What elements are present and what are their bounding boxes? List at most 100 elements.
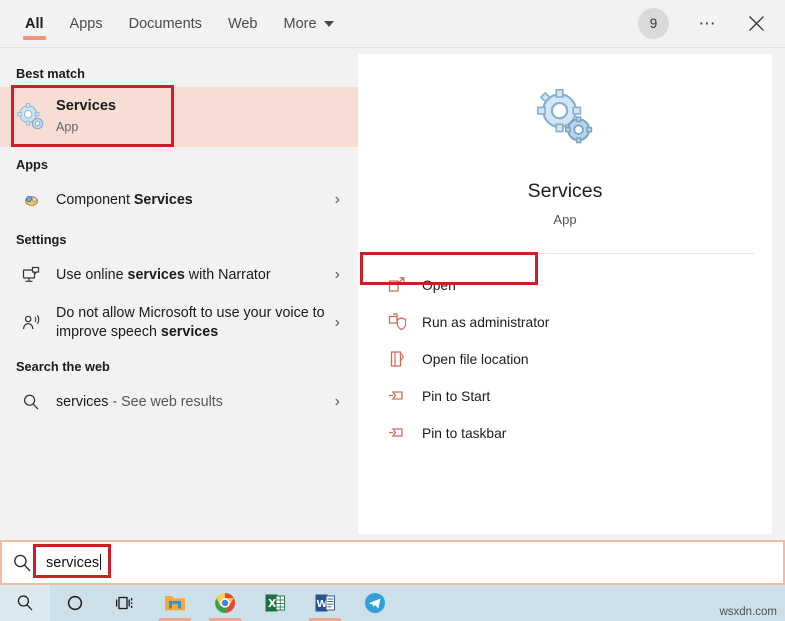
shield-run-icon	[384, 313, 410, 331]
app-kind: App	[553, 212, 577, 227]
header-actions: 9 ⋯	[638, 0, 785, 48]
best-match-name: Services	[56, 98, 117, 114]
speech-person-icon	[16, 314, 46, 333]
result-label: Use online services with Narrator	[56, 266, 335, 285]
action-pin-to-taskbar[interactable]: Pin to taskbar	[358, 417, 772, 449]
excel-icon: X	[265, 594, 285, 612]
telegram-icon	[365, 593, 385, 613]
section-title-search-the-web: Search the web	[16, 359, 110, 374]
taskbar: X W wsxdn.com	[0, 585, 785, 621]
tab-all-label: All	[25, 15, 44, 32]
gears-icon	[16, 102, 46, 132]
action-open[interactable]: Open	[358, 269, 772, 301]
app-actions: Open Run as administrator Open file loca…	[358, 254, 772, 449]
result-label-bold: Services	[133, 191, 193, 208]
filter-tab-bar: All Apps Documents Web More 9 ⋯	[0, 0, 785, 48]
result-best-match-services[interactable]: Services App	[0, 87, 358, 147]
section-title-settings: Settings	[16, 232, 67, 247]
narrator-monitor-icon	[16, 266, 46, 285]
tab-more[interactable]: More	[271, 0, 347, 48]
taskbar-file-explorer-button[interactable]	[150, 585, 200, 621]
chevron-down-icon	[323, 20, 334, 27]
tab-web[interactable]: Web	[215, 0, 271, 48]
chevron-right-icon[interactable]: ›	[335, 191, 348, 209]
action-run-as-administrator[interactable]: Run as administrator	[358, 306, 772, 338]
result-label-bold: services	[127, 266, 185, 283]
result-label-prefix: services	[56, 393, 109, 410]
chrome-icon	[215, 592, 236, 614]
result-web-services[interactable]: services - See web results ›	[0, 380, 358, 424]
pin-icon	[384, 387, 410, 405]
taskbar-search-button[interactable]	[0, 585, 50, 621]
search-input[interactable]: services	[46, 555, 99, 571]
close-button[interactable]	[733, 1, 779, 47]
action-open-file-location[interactable]: Open file location	[358, 343, 772, 375]
filter-tabs: All Apps Documents Web More	[0, 0, 347, 48]
search-icon	[16, 393, 46, 411]
tab-web-label: Web	[227, 15, 258, 32]
best-match-text: Services App	[56, 97, 348, 137]
chevron-right-icon[interactable]: ›	[335, 314, 348, 332]
search-icon	[17, 595, 33, 611]
flyout-body: Best match Services App Apps Component S…	[0, 48, 785, 540]
gears-icon	[536, 88, 593, 144]
action-label: Pin to Start	[422, 388, 491, 404]
taskbar-telegram-button[interactable]	[350, 585, 400, 621]
action-label: Pin to taskbar	[422, 425, 507, 441]
tab-documents[interactable]: Documents	[116, 0, 215, 48]
action-pin-to-start[interactable]: Pin to Start	[358, 380, 772, 412]
word-icon: W	[315, 594, 335, 612]
result-component-services[interactable]: Component Services ›	[0, 178, 358, 222]
task-view-icon	[115, 596, 133, 610]
folder-location-icon	[384, 350, 410, 368]
app-hero: Services App	[358, 54, 772, 227]
result-narrator-online-services[interactable]: Use online services with Narrator ›	[0, 253, 358, 297]
folder-icon	[165, 596, 185, 611]
chevron-right-icon[interactable]: ›	[335, 266, 348, 284]
section-title-best-match: Best match	[16, 66, 85, 81]
tab-apps-label: Apps	[69, 15, 103, 32]
taskbar-task-view-button[interactable]	[100, 585, 150, 621]
tab-documents-label: Documents	[128, 15, 202, 32]
chevron-right-icon[interactable]: ›	[335, 393, 348, 411]
taskbar-chrome-button[interactable]	[200, 585, 250, 621]
tab-apps[interactable]: Apps	[57, 0, 116, 48]
action-label: Open file location	[422, 351, 529, 367]
result-label: Do not allow Microsoft to use your voice…	[56, 304, 335, 342]
result-label: Component Services	[56, 191, 335, 210]
search-box[interactable]: services	[0, 540, 785, 585]
result-label-bold: services	[160, 324, 219, 340]
action-label: Open	[422, 277, 456, 293]
result-label-suffix: with Narrator	[184, 266, 271, 283]
tab-more-label: More	[283, 15, 317, 32]
best-match-kind: App	[56, 120, 79, 134]
text-cursor	[100, 554, 102, 570]
close-icon	[748, 16, 764, 31]
circle-icon	[67, 595, 83, 611]
taskbar-word-button[interactable]: W	[300, 585, 350, 621]
more-options-button[interactable]: ⋯	[685, 1, 731, 47]
notification-badge-count: 9	[649, 16, 658, 31]
open-window-icon	[384, 276, 410, 294]
search-input-value-wrap[interactable]: services	[42, 552, 102, 573]
result-label-prefix: Component	[56, 191, 134, 208]
result-label-prefix: Use online	[56, 266, 128, 283]
app-detail-panel: Services App Open Run as administrator O…	[358, 54, 772, 534]
notification-badge[interactable]: 9	[638, 8, 669, 39]
app-title: Services	[527, 180, 603, 202]
ellipsis-icon: ⋯	[698, 13, 718, 33]
search-icon	[2, 553, 42, 573]
result-label-suffix: - See web results	[108, 393, 223, 410]
watermark: wsxdn.com	[719, 606, 777, 618]
taskbar-excel-button[interactable]: X	[250, 585, 300, 621]
taskbar-cortana-button[interactable]	[50, 585, 100, 621]
action-label: Run as administrator	[422, 314, 550, 330]
search-flyout: All Apps Documents Web More 9 ⋯ Best mat…	[0, 0, 785, 621]
section-title-apps: Apps	[16, 157, 48, 172]
result-label: services - See web results	[56, 393, 335, 412]
component-services-icon	[16, 192, 46, 209]
tab-all[interactable]: All	[12, 0, 57, 48]
pin-icon	[384, 424, 410, 442]
result-speech-services[interactable]: Do not allow Microsoft to use your voice…	[0, 297, 358, 349]
results-list: Best match Services App Apps Component S…	[0, 48, 358, 540]
